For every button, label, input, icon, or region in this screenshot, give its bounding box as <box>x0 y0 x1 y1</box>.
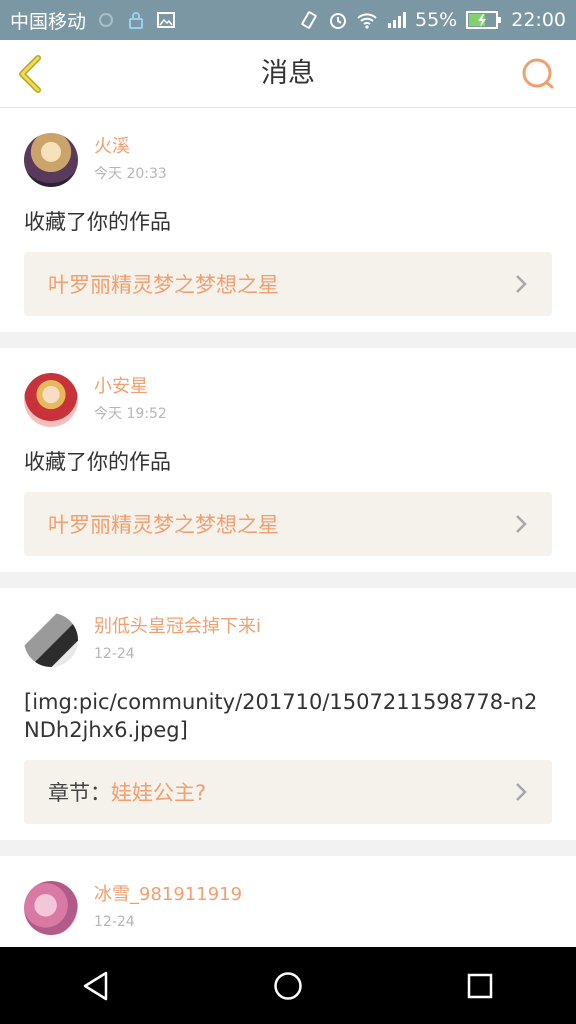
work-link[interactable]: 叶罗丽精灵梦之梦想之星 <box>24 252 552 316</box>
chapter-label: 章节： <box>48 781 111 805</box>
chapter-link[interactable]: 章节： 娃娃公主? <box>24 760 552 824</box>
work-title: 叶罗丽精灵梦之梦想之星 <box>48 273 279 297</box>
back-button[interactable] <box>12 52 48 96</box>
chevron-right-icon <box>516 783 527 801</box>
username[interactable]: 冰雪_981911919 <box>94 883 242 907</box>
message-card: 别低头皇冠会掉下来i 12-24 [img:pic/community/2017… <box>0 588 576 840</box>
timestamp: 12-24 <box>94 914 135 930</box>
chevron-left-icon <box>19 55 41 93</box>
status-bar: 中国移动 55% 22:00 <box>0 0 576 40</box>
work-link[interactable]: 叶罗丽精灵梦之梦想之星 <box>24 492 552 556</box>
sync-icon <box>96 10 116 30</box>
carrier-label: 中国移动 <box>10 10 87 33</box>
nav-recents-button[interactable] <box>450 956 510 1016</box>
vibrate-icon <box>299 10 319 30</box>
timestamp: 今天 20:33 <box>94 166 167 182</box>
avatar[interactable] <box>24 881 78 935</box>
timestamp: 今天 19:52 <box>94 406 167 422</box>
nav-home-button[interactable] <box>258 956 318 1016</box>
message-text: [img:pic/community/201710/1507211598778-… <box>24 690 538 742</box>
chapter-title: 娃娃公主? <box>111 781 207 805</box>
search-icon <box>522 58 554 89</box>
message-list[interactable]: 火溪 今天 20:33 收藏了你的作品 叶罗丽精灵梦之梦想之星 小安星 今天 1… <box>0 108 576 947</box>
work-title: 叶罗丽精灵梦之梦想之星 <box>48 513 279 537</box>
search-button[interactable] <box>518 54 558 94</box>
app-header: 消息 <box>0 40 576 108</box>
triangle-back-icon <box>83 971 108 1000</box>
system-nav-bar <box>0 947 576 1024</box>
avatar[interactable] <box>24 133 78 187</box>
avatar[interactable] <box>24 373 78 427</box>
square-recents-icon <box>467 973 493 998</box>
alarm-icon <box>328 10 348 30</box>
username[interactable]: 小安星 <box>94 375 167 399</box>
message-text: 收藏了你的作品 <box>24 450 171 474</box>
page-title: 消息 <box>261 58 315 89</box>
lock-icon <box>126 10 146 30</box>
username[interactable]: 别低头皇冠会掉下来i <box>94 615 261 639</box>
circle-home-icon <box>274 971 302 1000</box>
image-icon <box>156 10 176 30</box>
timestamp: 12-24 <box>94 646 135 662</box>
username[interactable]: 火溪 <box>94 135 167 159</box>
signal-icon <box>386 10 406 30</box>
battery-icon <box>466 10 502 30</box>
message-card: 冰雪_981911919 12-24 <box>0 856 576 947</box>
message-text: 收藏了你的作品 <box>24 210 171 234</box>
chevron-right-icon <box>516 275 527 293</box>
battery-percent: 55% <box>415 9 458 31</box>
wifi-icon <box>357 10 377 30</box>
chevron-right-icon <box>516 515 527 533</box>
nav-back-button[interactable] <box>66 956 126 1016</box>
clock: 22:00 <box>511 9 566 31</box>
avatar[interactable] <box>24 613 78 667</box>
message-card: 小安星 今天 19:52 收藏了你的作品 叶罗丽精灵梦之梦想之星 <box>0 348 576 572</box>
message-card: 火溪 今天 20:33 收藏了你的作品 叶罗丽精灵梦之梦想之星 <box>0 108 576 332</box>
